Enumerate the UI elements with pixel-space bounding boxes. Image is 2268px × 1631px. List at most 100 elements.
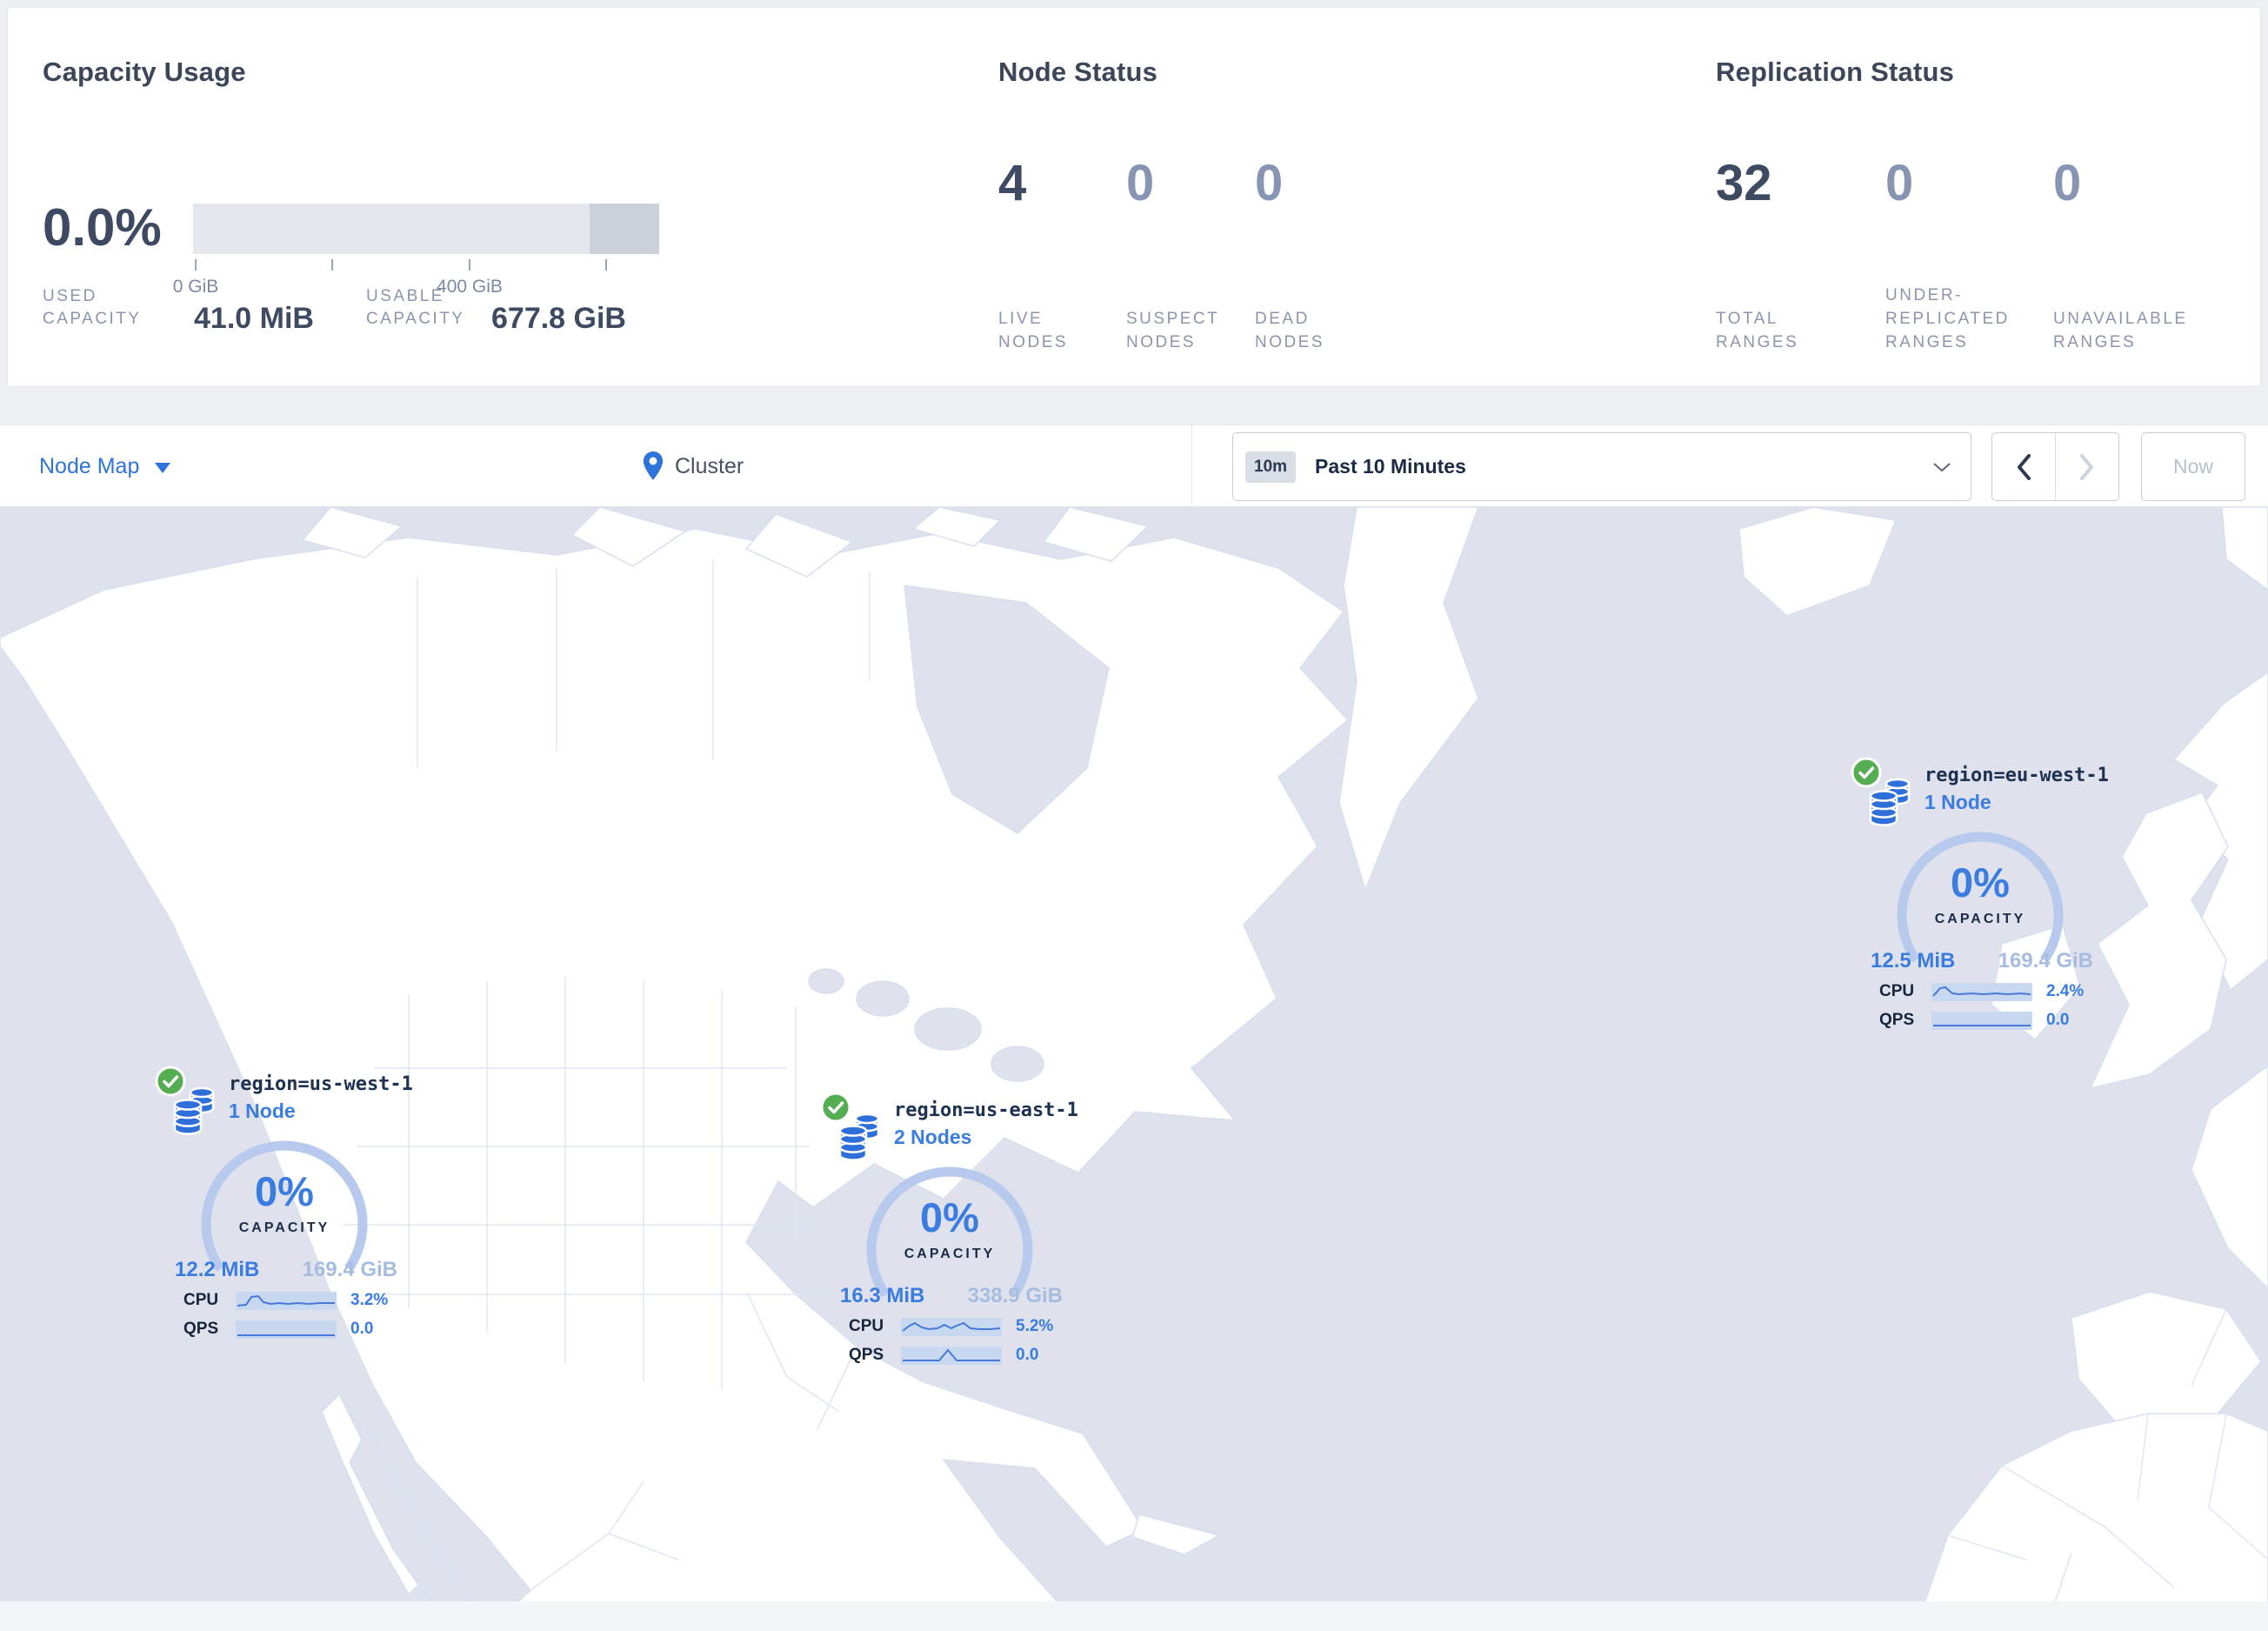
region-marker-eu-west-1[interactable]: region=eu-west-1 1 Node 0% CAPACITY 12.5…	[1848, 754, 2126, 1050]
capacity-usage-bar	[193, 204, 659, 254]
region-name: region=eu-west-1	[1924, 765, 2109, 786]
qps-sparkline	[1931, 1011, 2032, 1030]
cpu-value: 3.2%	[350, 1291, 389, 1309]
capacity-values: 12.2 MiB 169.4 GiB	[175, 1258, 397, 1282]
capacity-gauge: 0% CAPACITY	[1893, 859, 2067, 927]
capacity-percent: 0%	[1951, 859, 2010, 906]
qps-sparkline	[236, 1320, 337, 1339]
chevron-down-icon	[155, 462, 171, 473]
breadcrumb[interactable]: Cluster	[642, 425, 744, 507]
cpu-metric-row: CPU 2.4%	[1879, 982, 2084, 1001]
cpu-metric-row: CPU 3.2%	[183, 1291, 388, 1310]
region-name: region=us-west-1	[229, 1073, 413, 1095]
qps-label: QPS	[1879, 1011, 1915, 1029]
replication-status-title: Replication Status	[1716, 57, 1955, 87]
region-node-count: 2 Nodes	[894, 1126, 972, 1148]
capacity-usage-title: Capacity Usage	[43, 57, 246, 87]
axis-tick	[195, 259, 197, 271]
axis-tick	[331, 259, 333, 271]
cpu-sparkline	[901, 1317, 1002, 1336]
live-nodes-count: 4	[998, 155, 1027, 211]
under-replicated-count: 0	[1885, 155, 1914, 211]
capacity-bar-axis: 0 GiB 400 GiB	[173, 259, 659, 297]
usable-capacity-label: USABLE CAPACITY	[366, 287, 465, 328]
capacity-gauge: 0% CAPACITY	[197, 1167, 371, 1236]
region-node-count: 1 Node	[229, 1100, 296, 1122]
map-pin-icon	[643, 451, 664, 480]
time-range-label: Past 10 Minutes	[1315, 455, 1466, 478]
cpu-sparkline	[236, 1291, 337, 1310]
capacity-used: 16.3 MiB	[840, 1284, 925, 1307]
view-selector-label: Node Map	[39, 453, 140, 478]
region-node-count: 1 Node	[1924, 791, 1991, 813]
region-name: region=us-east-1	[894, 1100, 1078, 1121]
total-ranges-count: 32	[1716, 155, 1772, 211]
qps-label: QPS	[849, 1346, 884, 1364]
used-capacity-label: USED CAPACITY	[43, 287, 142, 328]
qps-value: 0.0	[350, 1320, 374, 1338]
unavailable-count: 0	[2053, 155, 2082, 211]
chevron-down-icon	[1933, 462, 1951, 471]
suspect-nodes-count: 0	[1126, 155, 1155, 211]
cpu-value: 5.2%	[1016, 1317, 1054, 1335]
capacity-bar-reserved-segment	[590, 204, 659, 254]
time-back-button[interactable]	[1992, 433, 2055, 500]
cpu-metric-row: CPU 5.2%	[849, 1317, 1053, 1336]
axis-tick	[469, 259, 470, 271]
cpu-label: CPU	[1879, 982, 1915, 1000]
database-nodes-icon	[838, 1113, 880, 1161]
capacity-percent: 0%	[920, 1194, 979, 1240]
qps-metric-row: QPS 0.0	[849, 1346, 1038, 1365]
qps-metric-row: QPS 0.0	[183, 1320, 373, 1339]
qps-value: 0.0	[1016, 1346, 1039, 1364]
capacity-label: CAPACITY	[238, 1220, 330, 1235]
cpu-label: CPU	[849, 1317, 884, 1335]
cluster-overview-panel: Capacity Usage 0.0% 0 GiB 400 GiB USED C…	[7, 7, 2261, 387]
live-nodes-label: LIVE NODES	[998, 310, 1069, 351]
time-range-dropdown[interactable]: 10m Past 10 Minutes	[1232, 432, 1971, 501]
capacity-total: 169.4 GiB	[1998, 949, 2093, 973]
cpu-value: 2.4%	[2046, 982, 2085, 1000]
node-status-title: Node Status	[998, 57, 1158, 87]
qps-metric-row: QPS 0.0	[1879, 1011, 2069, 1030]
capacity-values: 12.5 MiB 169.4 GiB	[1871, 949, 2093, 973]
qps-label: QPS	[183, 1320, 219, 1338]
toolbar-divider	[1191, 425, 1192, 507]
map-toolbar: Node Map Cluster 10m Past 10 Minutes Now	[0, 424, 2268, 507]
suspect-nodes-label: SUSPECT NODES	[1126, 310, 1219, 351]
used-capacity-value: 41.0 MiB	[194, 302, 314, 335]
dead-nodes-count: 0	[1255, 155, 1284, 211]
total-ranges-label: TOTAL RANGES	[1716, 310, 1799, 351]
capacity-total: 338.9 GiB	[967, 1284, 1063, 1307]
usable-capacity-value: 677.8 GiB	[491, 302, 626, 335]
database-nodes-icon	[1869, 778, 1911, 826]
under-replicated-label: UNDER-REPLICATED RANGES	[1885, 286, 2010, 351]
capacity-used-percent: 0.0%	[43, 198, 162, 257]
unavailable-label: UNAVAILABLE RANGES	[2053, 310, 2188, 351]
chevron-left-icon	[2018, 453, 2031, 480]
axis-tick	[605, 259, 607, 271]
time-forward-button[interactable]	[2055, 433, 2118, 500]
capacity-percent: 0%	[255, 1168, 314, 1214]
qps-value: 0.0	[2046, 1011, 2070, 1029]
capacity-used: 12.2 MiB	[175, 1258, 260, 1281]
region-marker-us-west-1[interactable]: region=us-west-1 1 Node 0% CAPACITY 12.2…	[152, 1063, 430, 1359]
cpu-label: CPU	[183, 1291, 219, 1309]
capacity-values: 16.3 MiB 338.9 GiB	[840, 1284, 1063, 1308]
database-nodes-icon	[173, 1086, 215, 1135]
view-selector-dropdown[interactable]: Node Map	[39, 425, 171, 507]
region-marker-us-east-1[interactable]: region=us-east-1 2 Nodes 0% CAPACITY 16.…	[817, 1089, 1096, 1385]
capacity-label: CAPACITY	[1934, 912, 2026, 926]
time-preset-badge: 10m	[1245, 451, 1297, 483]
dead-nodes-label: DEAD NODES	[1255, 310, 1325, 351]
now-button[interactable]: Now	[2141, 432, 2245, 501]
capacity-label: CAPACITY	[904, 1247, 996, 1261]
qps-sparkline	[901, 1346, 1002, 1365]
capacity-total: 169.4 GiB	[302, 1258, 397, 1281]
chevron-right-icon	[2080, 453, 2093, 480]
capacity-gauge: 0% CAPACITY	[863, 1193, 1037, 1262]
cpu-sparkline	[1931, 982, 2032, 1001]
node-map[interactable]: region=us-west-1 1 Node 0% CAPACITY 12.2…	[0, 507, 2268, 1631]
breadcrumb-label: Cluster	[675, 453, 744, 478]
capacity-used: 12.5 MiB	[1871, 949, 1956, 973]
